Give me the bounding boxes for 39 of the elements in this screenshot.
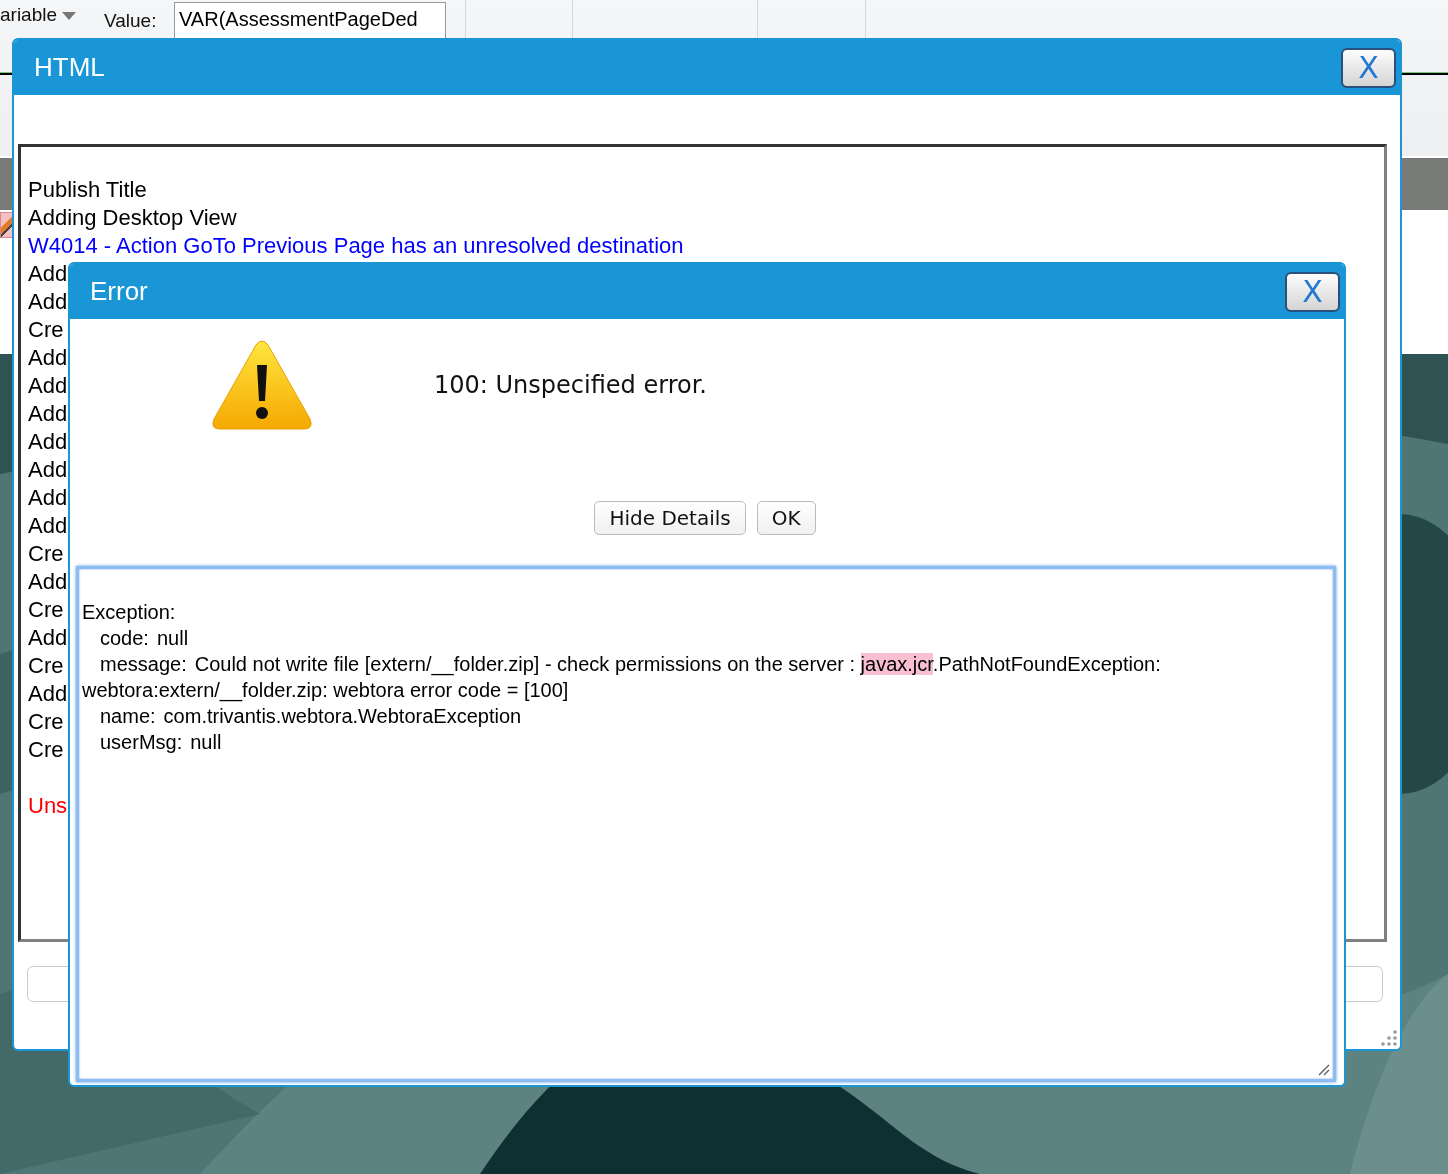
caret-icon[interactable] — [62, 12, 76, 20]
log-line: Add — [28, 428, 68, 456]
log-line: Add — [28, 400, 68, 428]
log-line: Add — [28, 680, 68, 708]
dialog-title: Error — [90, 276, 148, 307]
resize-handle-icon[interactable] — [1318, 1064, 1330, 1076]
variable-label: ariable — [0, 4, 58, 26]
dialog-button[interactable]: OK — [756, 501, 816, 535]
log-line: Uns — [28, 792, 68, 820]
log-line: Add — [28, 288, 68, 316]
log-line: Add — [28, 484, 68, 512]
dialog-button[interactable]: Hide Details — [594, 501, 746, 535]
exception-heading: Exception: — [82, 600, 177, 625]
log-line: Add — [28, 344, 68, 372]
log-line: Add — [28, 624, 68, 652]
detail-line: code: null — [99, 626, 190, 651]
resize-grip-icon[interactable] — [1380, 1029, 1398, 1047]
log-line: Cre — [28, 736, 64, 764]
log-line: Add — [28, 372, 68, 400]
detail-line: name: com.trivantis.webtora.WebtoraException — [99, 704, 523, 729]
log-line: Cre — [28, 708, 64, 736]
log-line: Cre — [28, 596, 64, 624]
error-message: 100: Unspecified error. — [434, 371, 707, 399]
warning-icon — [212, 339, 312, 431]
log-line: Publish Title — [28, 176, 147, 204]
log-line: Cre — [28, 540, 64, 568]
value-label: Value: — [104, 10, 157, 32]
log-line: Adding Desktop View — [28, 204, 237, 232]
log-line: Cre — [28, 316, 64, 344]
log-line: Cre — [28, 652, 64, 680]
close-button[interactable]: X — [1341, 47, 1396, 88]
detail-line: userMsg: null — [99, 730, 223, 755]
log-line: Add — [28, 260, 68, 288]
close-button[interactable]: X — [1285, 271, 1340, 312]
log-line: Add — [28, 512, 68, 540]
log-line: Add — [28, 456, 68, 484]
dialog-title: HTML — [34, 52, 105, 83]
log-line: W4014 - Action GoTo Previous Page has an unresolved destination — [28, 232, 684, 260]
log-line: Add — [28, 568, 68, 596]
